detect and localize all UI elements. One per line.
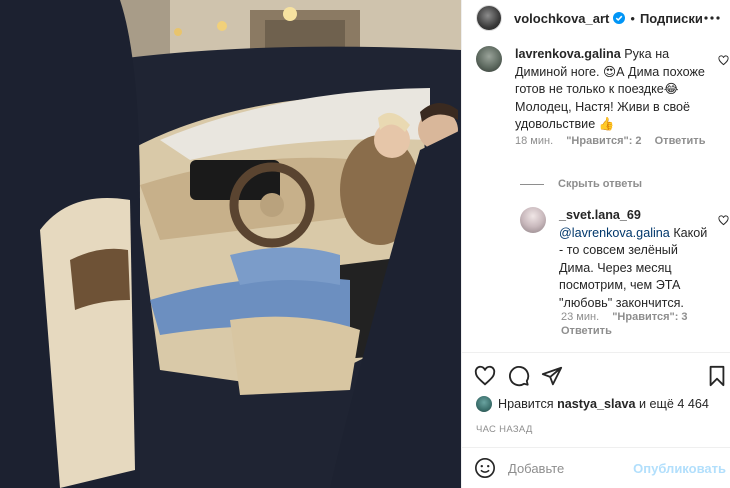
liker-username[interactable]: nastya_slava: [557, 397, 635, 411]
comment-meta: 18 мин. "Нравится": 2 Ответить: [515, 134, 715, 148]
following-button[interactable]: Подписки: [640, 11, 703, 26]
comment-text-block: _svet.lana_69 @lavrenkova.galina Какой -…: [559, 207, 709, 312]
comment-like-heart-icon[interactable]: [718, 55, 729, 66]
likes-summary: Нравится nastya_slava и ещё 4 464: [476, 396, 709, 412]
reply-button[interactable]: Ответить: [561, 325, 612, 337]
reply-comment-item: _svet.lana_69 @lavrenkova.galina Какой -…: [520, 207, 725, 312]
comment-likes-count[interactable]: "Нравится": 3: [612, 311, 687, 323]
post-photo[interactable]: [0, 0, 461, 488]
comment-input[interactable]: [508, 460, 648, 476]
comment-text-block: lavrenkova.galina Рука на Диминой ноге. …: [515, 46, 715, 134]
post-timestamp[interactable]: ЧАС НАЗАД: [476, 424, 533, 435]
author-avatar[interactable]: [476, 5, 502, 31]
commenter-avatar[interactable]: [520, 207, 546, 233]
comment-meta: 23 мин. "Нравится": 3 Ответить: [561, 310, 711, 338]
publish-button[interactable]: Опубликовать: [633, 461, 726, 476]
comment-time: 18 мин.: [515, 135, 554, 147]
comment-likes-count[interactable]: "Нравится": 2: [566, 135, 641, 147]
hide-replies-label: Скрыть ответы: [558, 178, 642, 190]
author-username[interactable]: volochkova_art: [514, 11, 609, 26]
comment-item: lavrenkova.galina Рука на Диминой ноге. …: [476, 46, 724, 134]
paper-plane-icon[interactable]: [541, 365, 563, 387]
bookmark-icon[interactable]: [706, 365, 728, 387]
comment-mention-link[interactable]: @lavrenkova.galina: [559, 226, 670, 240]
add-comment-bar: Опубликовать: [462, 447, 730, 488]
hide-replies-button[interactable]: Скрыть ответы: [520, 178, 642, 190]
comment-username[interactable]: _svet.lana_69: [559, 208, 641, 222]
more-options-icon[interactable]: [703, 9, 721, 27]
reply-button[interactable]: Ответить: [655, 135, 706, 147]
separator-dot: •: [630, 10, 635, 26]
divider-line: [520, 183, 544, 185]
verified-badge-icon: [613, 12, 626, 24]
emoji-smile-icon[interactable]: [474, 457, 496, 479]
comment-username[interactable]: lavrenkova.galina: [515, 47, 621, 61]
post-side-panel: volochkova_art • Подписки lavrenkova.gal…: [461, 0, 730, 488]
commenter-avatar[interactable]: [476, 46, 502, 72]
comment-like-heart-icon[interactable]: [718, 215, 729, 226]
post-actions-bar: [462, 352, 730, 400]
likes-prefix: Нравится: [498, 397, 554, 411]
comment-time: 23 мин.: [561, 311, 600, 323]
likes-count[interactable]: и ещё 4 464: [639, 397, 709, 411]
post-header: volochkova_art • Подписки: [462, 0, 730, 36]
car-interior-photo: [0, 0, 461, 488]
heart-icon[interactable]: [474, 365, 496, 387]
liker-avatar[interactable]: [476, 396, 492, 412]
comment-bubble-icon[interactable]: [508, 365, 530, 387]
